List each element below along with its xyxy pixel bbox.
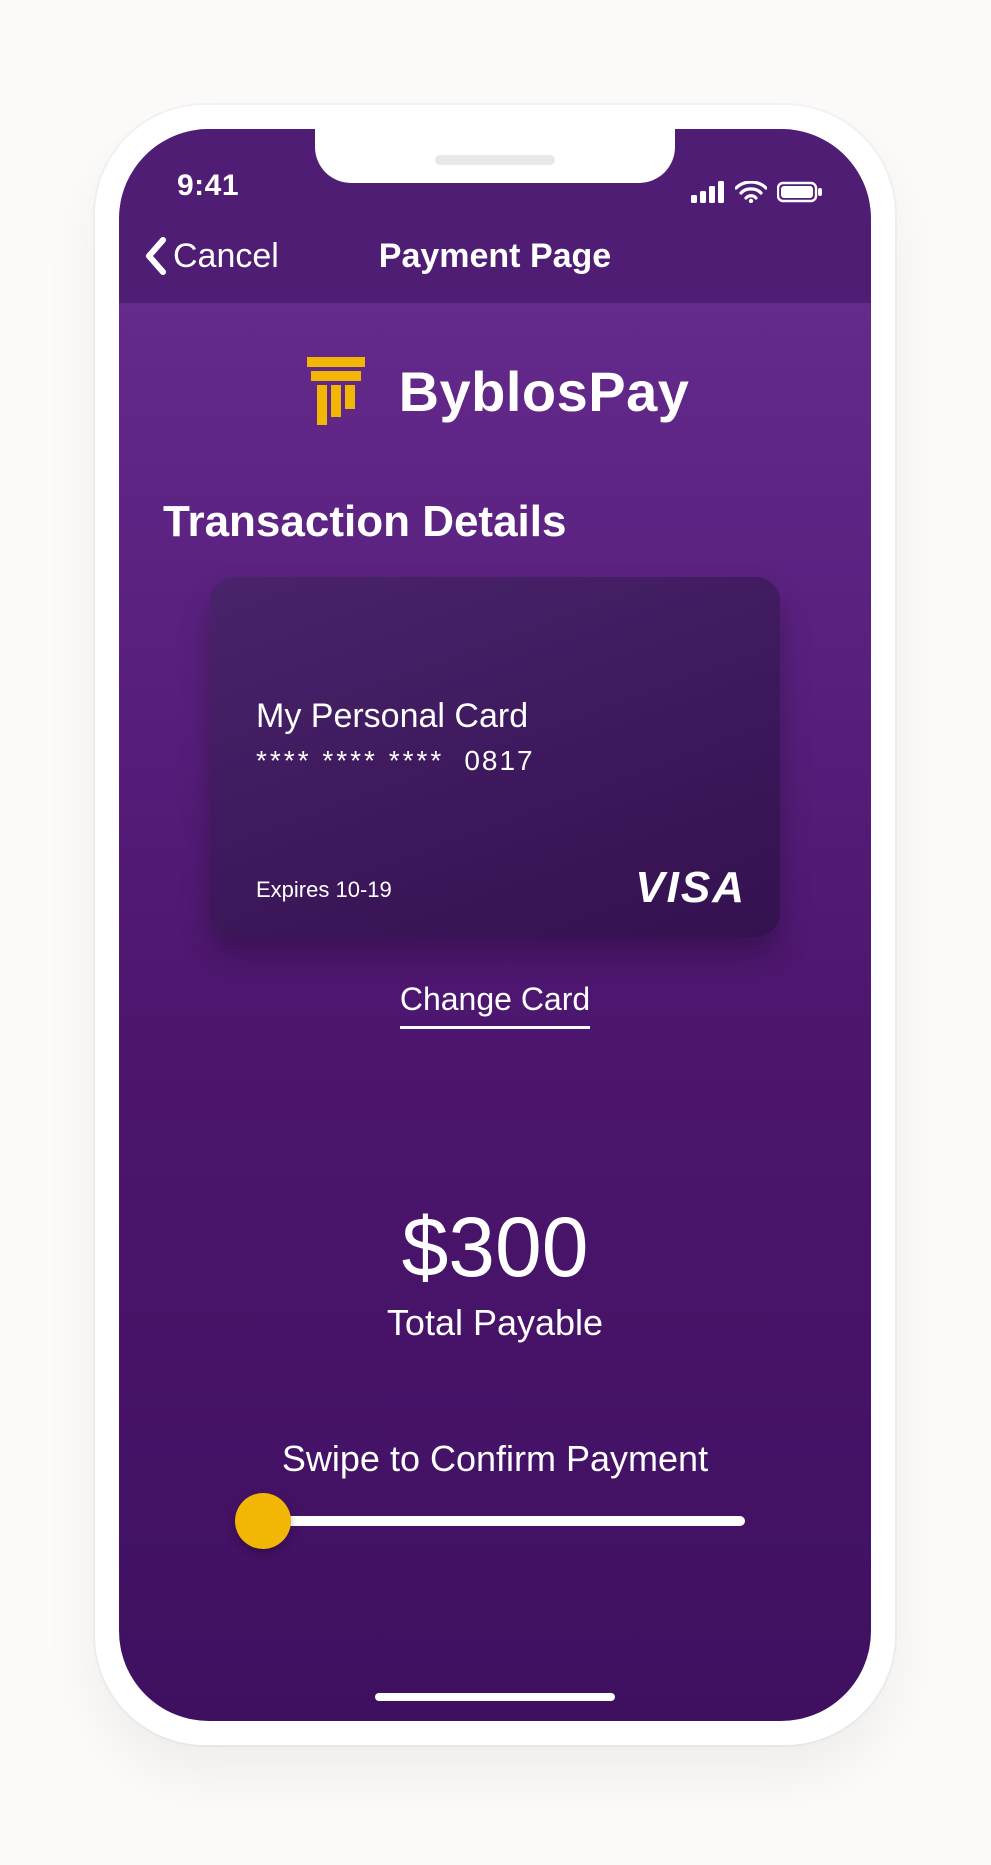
brand-name: ByblosPay xyxy=(399,359,690,424)
amount-value: $300 xyxy=(163,1199,827,1296)
nav-bar: Cancel Payment Page xyxy=(119,209,871,303)
payment-summary: $300 Total Payable Swipe to Confirm Paym… xyxy=(163,1119,827,1526)
chevron-left-icon xyxy=(143,236,169,276)
card-network-icon: VISA xyxy=(635,863,746,913)
cellular-icon xyxy=(691,181,725,203)
card-number: **** **** **** 0817 xyxy=(256,745,535,777)
status-icons xyxy=(691,181,823,203)
payment-card[interactable]: My Personal Card **** **** **** 0817 Exp… xyxy=(210,577,780,937)
phone-frame: 9:41 xyxy=(95,105,895,1745)
back-label: Cancel xyxy=(173,237,279,276)
card-name: My Personal Card xyxy=(256,697,528,736)
section-title: Transaction Details xyxy=(163,497,827,547)
battery-icon xyxy=(777,181,823,203)
change-card-link[interactable]: Change Card xyxy=(400,981,590,1029)
swipe-label: Swipe to Confirm Payment xyxy=(163,1438,827,1480)
card-expiry: Expires 10-19 xyxy=(256,877,392,903)
brand-row: ByblosPay xyxy=(163,355,827,427)
status-time: 9:41 xyxy=(177,169,239,203)
screen: 9:41 xyxy=(119,129,871,1721)
back-button[interactable]: Cancel xyxy=(143,209,279,303)
swipe-slider[interactable] xyxy=(245,1516,745,1526)
home-indicator[interactable] xyxy=(375,1693,615,1701)
swipe-knob[interactable] xyxy=(235,1493,291,1549)
amount-label: Total Payable xyxy=(163,1302,827,1344)
content: ByblosPay Transaction Details My Persona… xyxy=(119,303,871,1526)
notch xyxy=(315,129,675,183)
card-masked: **** **** **** xyxy=(256,745,444,777)
page-title: Payment Page xyxy=(379,237,611,276)
brand-logo-icon xyxy=(301,355,371,427)
card-last4: 0817 xyxy=(464,745,534,777)
wifi-icon xyxy=(735,181,767,203)
